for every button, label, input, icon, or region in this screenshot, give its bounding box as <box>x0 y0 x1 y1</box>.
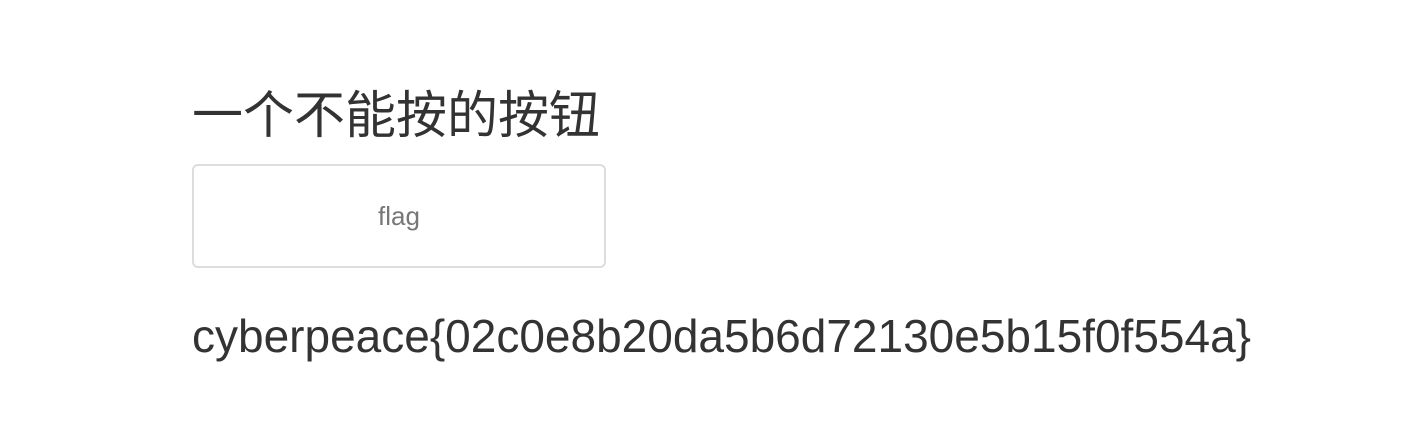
page-content: 一个不能按的按钮 flag cyberpeace{02c0e8b20da5b6d… <box>192 0 1372 421</box>
page-title: 一个不能按的按钮 <box>192 87 601 144</box>
flag-text: cyberpeace{02c0e8b20da5b6d72130e5b15f0f5… <box>192 310 1252 362</box>
flag-button[interactable]: flag <box>192 164 606 268</box>
